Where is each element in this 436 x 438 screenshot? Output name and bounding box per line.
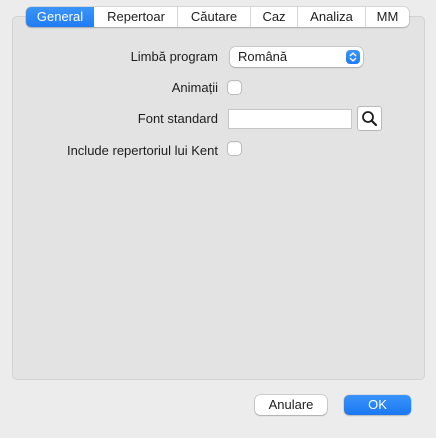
font-search-button[interactable] [357, 106, 382, 131]
tab-repertoar[interactable]: Repertoar [94, 7, 177, 27]
kent-label: Include repertoriul lui Kent [66, 143, 218, 158]
language-select[interactable]: Română [230, 47, 363, 67]
tab-cautare[interactable]: Căutare [177, 7, 250, 27]
preferences-window: General Repertoar Căutare Caz Analiza MM… [0, 0, 436, 438]
cancel-button[interactable]: Anulare [255, 395, 327, 415]
kent-checkbox[interactable] [228, 142, 241, 155]
chevron-up-down-icon [346, 50, 360, 64]
search-icon [362, 111, 378, 127]
tab-analiza[interactable]: Analiza [297, 7, 365, 27]
tab-general[interactable]: General [26, 7, 94, 27]
font-label: Font standard [137, 111, 218, 126]
animations-checkbox[interactable] [228, 81, 241, 94]
settings-panel [12, 16, 425, 380]
tab-caz[interactable]: Caz [250, 7, 297, 27]
language-select-value: Română [238, 49, 288, 64]
font-field[interactable] [228, 109, 352, 129]
tab-mm[interactable]: MM [365, 7, 409, 27]
animations-label: Animații [171, 80, 218, 95]
tab-bar: General Repertoar Căutare Caz Analiza MM [26, 7, 409, 27]
ok-button[interactable]: OK [344, 395, 411, 415]
language-label: Limbă program [130, 49, 218, 64]
